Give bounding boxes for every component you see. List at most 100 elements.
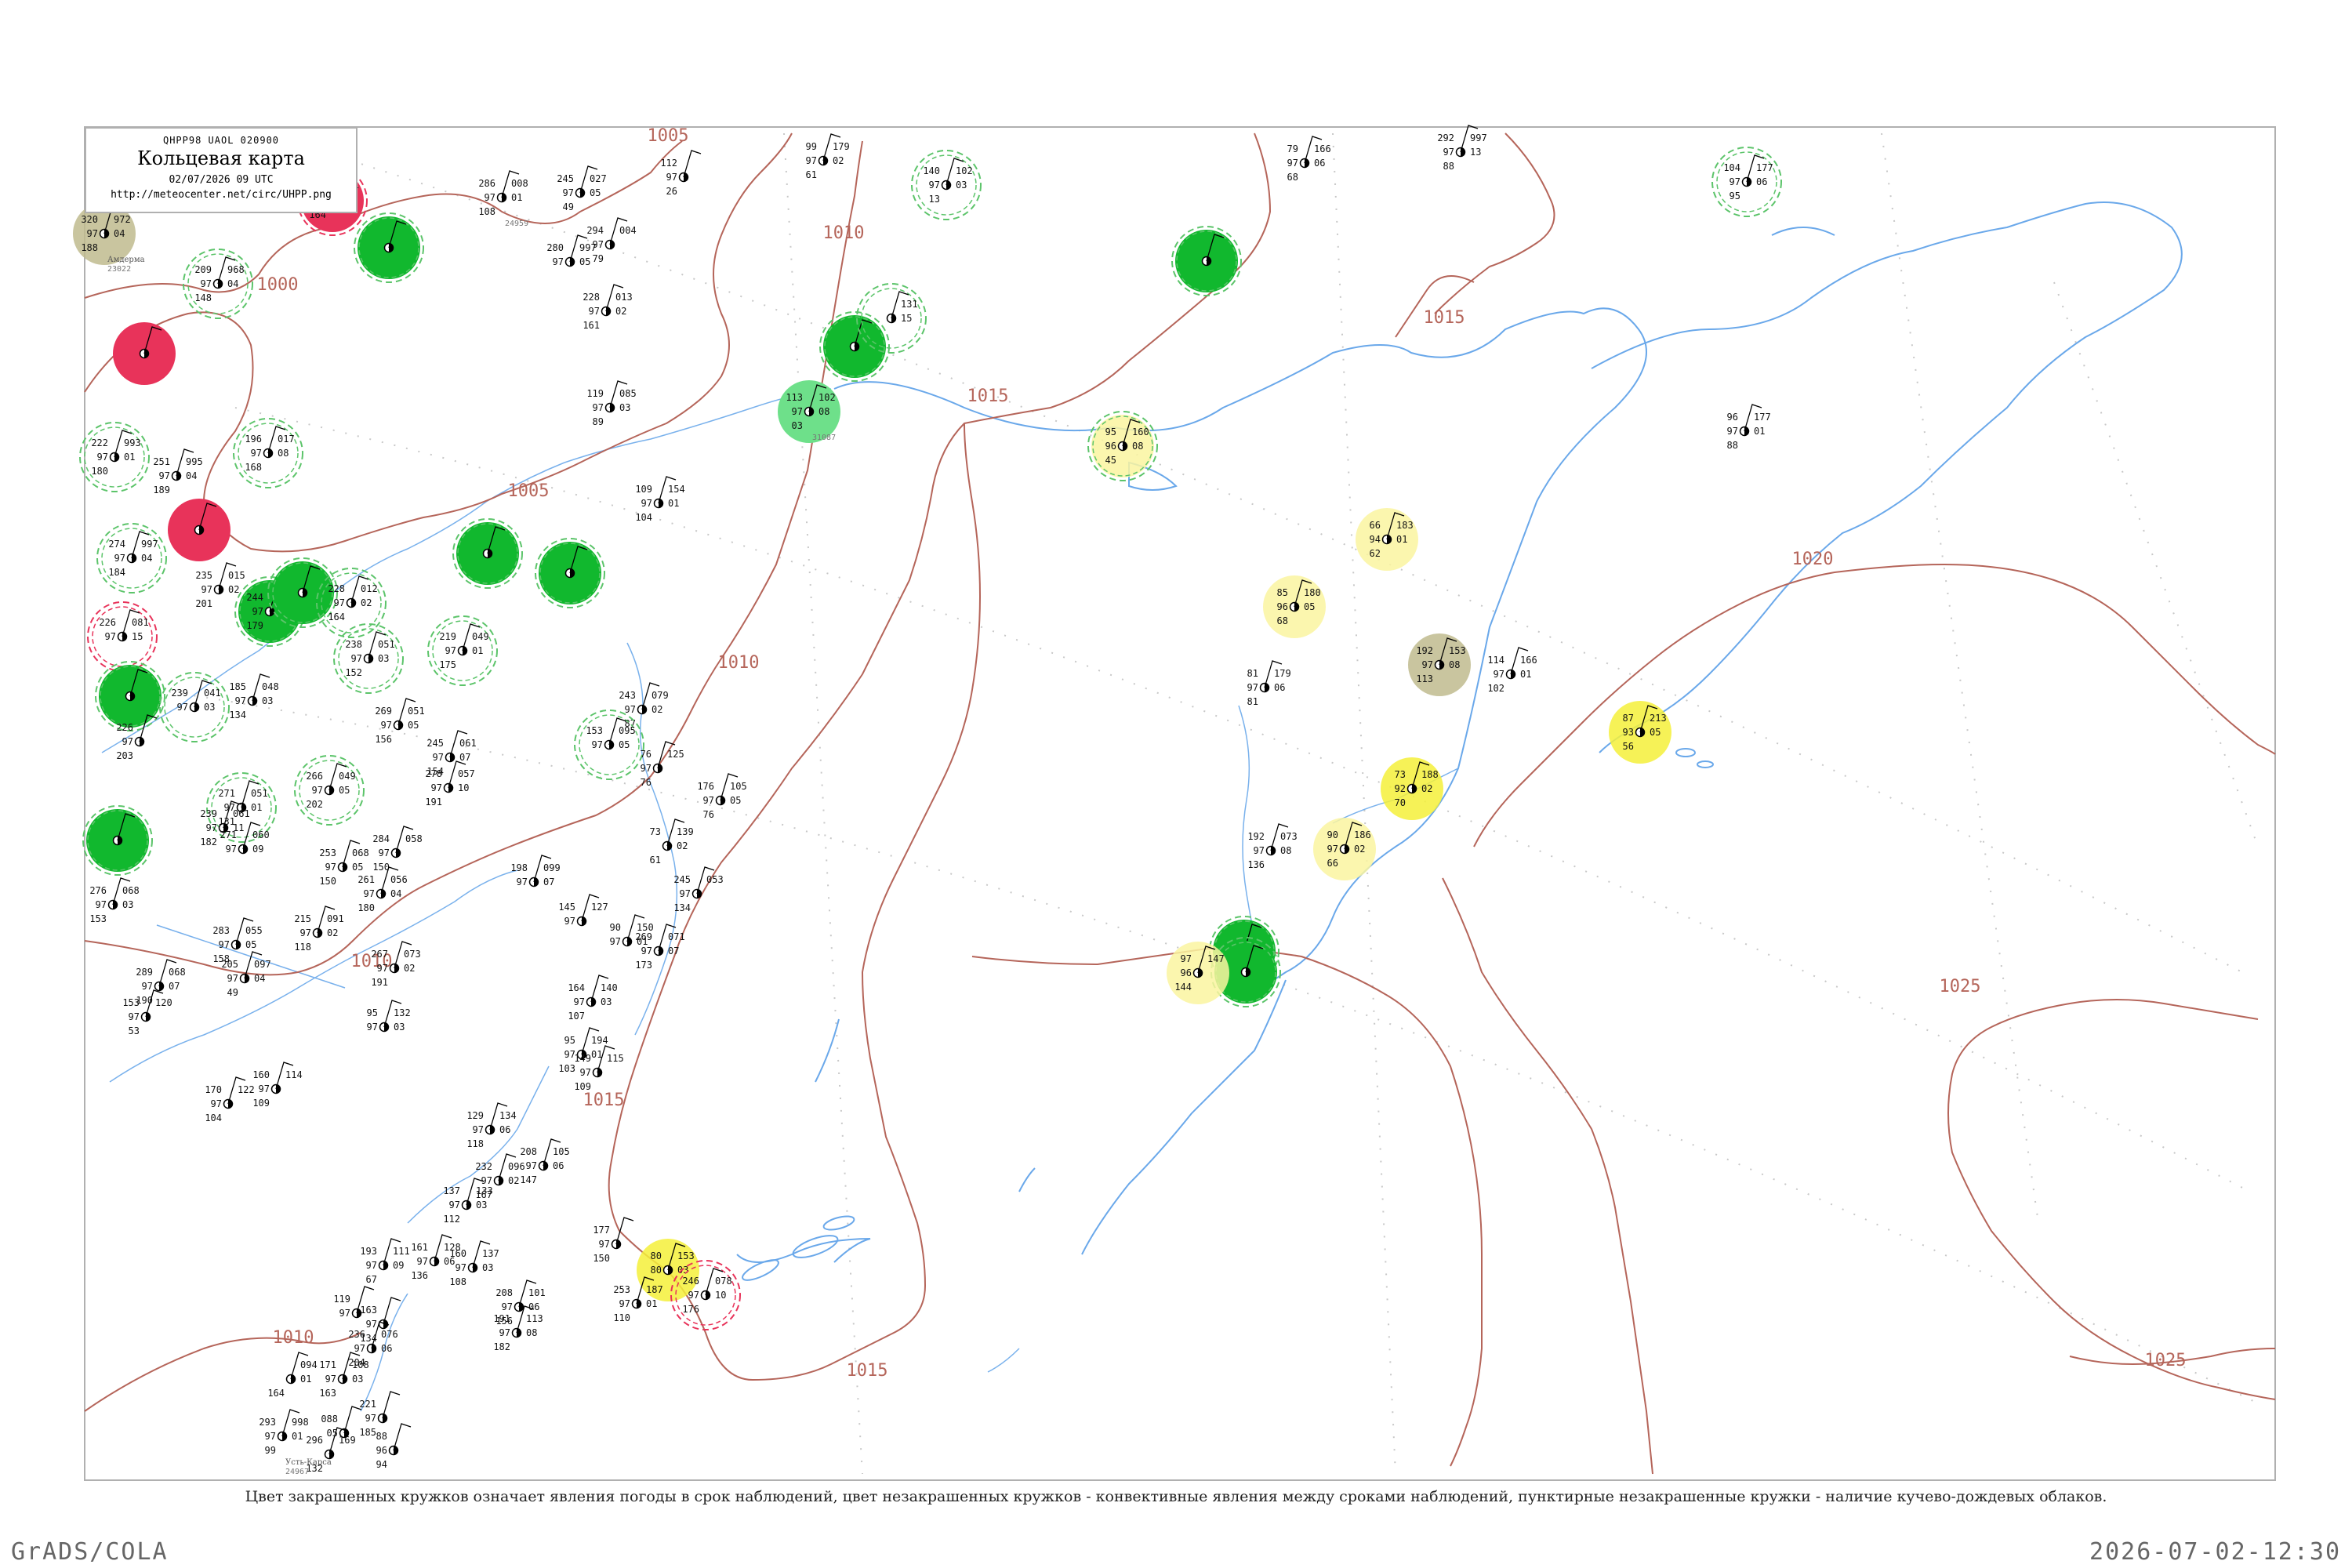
station-value-l: 92 — [1395, 783, 1406, 794]
station-value-l: 97 — [300, 927, 311, 938]
station-value-tr: 096 — [508, 1161, 525, 1172]
station-value-r: 01 — [292, 1431, 303, 1442]
station-value-tr: 085 — [619, 388, 637, 399]
station-value-l: 97 — [1422, 659, 1433, 670]
station-value-tl: 96 — [1727, 412, 1738, 423]
station-plot: 95 132 97 03 — [367, 1000, 411, 1033]
station-plot — [1171, 226, 1242, 296]
station-value-tl: 95 — [564, 1035, 575, 1046]
station-value-tl: 90 — [1327, 829, 1338, 840]
station-plot: 292 997 97 13 88 — [1437, 125, 1487, 172]
station-value-tr: 114 — [285, 1069, 303, 1080]
station-value-tl: 161 — [411, 1242, 428, 1253]
station-value-r: 06 — [553, 1160, 564, 1171]
station-value-tl: 113 — [786, 392, 803, 403]
map-url[interactable]: http://meteocenter.net/circ/UHPP.png — [86, 189, 356, 201]
station-value-tr: 099 — [543, 862, 561, 873]
station-value-tr: 102 — [818, 392, 836, 403]
station-value-tr: 061 — [459, 738, 477, 749]
station-value-bl: 118 — [466, 1138, 484, 1149]
station-value-tr: 068 — [169, 967, 186, 978]
station-value-tl: 163 — [360, 1305, 377, 1316]
station-value-bl: 184 — [108, 567, 125, 578]
station-value-tr: 131 — [901, 299, 918, 310]
station-value-l: 97 — [339, 1308, 350, 1319]
station-value-tl: 267 — [371, 949, 388, 960]
station-value-l: 97 — [142, 981, 153, 992]
coastline — [736, 201, 2183, 1263]
isobar-label: 1020 — [1792, 550, 1834, 569]
station-plot: 228 013 97 02 161 — [583, 284, 633, 331]
station-value-r: 03 — [262, 695, 273, 706]
station-plot: 104 177 97 06 95 — [1711, 147, 1782, 217]
station-value-l: 97 — [177, 702, 188, 713]
station-value-tr: 180 — [1304, 587, 1321, 598]
station-value-tl: 239 — [171, 688, 188, 699]
station-value-bl: 176 — [682, 1304, 699, 1315]
station-plot — [113, 322, 176, 385]
station-value-tl: 145 — [558, 902, 575, 913]
station-plot: 284 058 97 150 — [372, 826, 423, 873]
station-value-r: 03 — [482, 1262, 493, 1273]
station-value-tr: 055 — [245, 925, 263, 936]
station-value-tl: 164 — [568, 982, 585, 993]
station-value-tl: 104 — [1723, 162, 1740, 173]
station-value-l: 97 — [599, 1239, 610, 1250]
station-value-bl: 68 — [1287, 172, 1298, 183]
station-value-r: 02 — [361, 597, 372, 608]
station-value-tl: 95 — [1105, 426, 1116, 437]
station-value-l: 97 — [1287, 158, 1298, 169]
station-value-tr: 102 — [956, 165, 973, 176]
station-value-tl: 81 — [1247, 668, 1258, 679]
station-plot: 193 111 97 09 67 — [360, 1238, 410, 1285]
station-value-r: 05 — [352, 862, 363, 873]
station-value-tl: 293 — [259, 1417, 276, 1428]
station-plot: 97 147 96 144 — [1167, 942, 1229, 1004]
station-plot: 238 051 97 03 152 — [333, 623, 404, 694]
station-value-tl: 320 — [81, 214, 98, 225]
station-value-tl: 170 — [205, 1084, 222, 1095]
station-value-r: 02 — [1421, 783, 1432, 794]
isobar-label: 1005 — [648, 126, 689, 146]
station-value-bl: 147 — [520, 1174, 537, 1185]
station-value-l: 97 — [610, 936, 621, 947]
station-value-tr: 004 — [619, 225, 637, 236]
station-plot: 170 122 97 104 — [205, 1076, 255, 1123]
station-value-tr: 186 — [1354, 829, 1371, 840]
station-value-tr: 056 — [390, 874, 408, 885]
station-value-r: 02 — [327, 927, 338, 938]
station-value-tr: 139 — [677, 826, 694, 837]
station-value-tl: 198 — [510, 862, 528, 873]
station-plot: 222 993 97 01 180 — [79, 422, 150, 492]
station-value-tr: 177 — [1754, 412, 1771, 423]
station-value-tl: 235 — [195, 570, 212, 581]
station-value-l: 96 — [376, 1445, 387, 1456]
station-value-l: 97 — [201, 278, 212, 289]
station-value-r: 05 — [245, 939, 256, 950]
station-value-bl: 201 — [195, 598, 212, 609]
station-value-l: 97 — [105, 631, 116, 642]
station-plot: 96 177 97 01 88 — [1727, 404, 1771, 451]
station-value-l: 97 — [929, 180, 940, 191]
isobar-labels: 1000 1005 1005 1010 1010 1010 1010 1015 … — [257, 126, 2187, 1381]
station-value-tr: 134 — [499, 1110, 517, 1121]
station-value-tr: 166 — [1520, 655, 1537, 666]
station-value-bl: 189 — [153, 485, 170, 495]
station-value-bl: 104 — [205, 1112, 222, 1123]
station-value-l: 97 — [377, 963, 388, 974]
station-plot: 191 113 97 08 182 — [493, 1305, 543, 1352]
station-value-r: 06 — [1314, 158, 1325, 169]
station-value-tr: 127 — [591, 902, 608, 913]
station-value-l: 97 — [235, 695, 246, 706]
weather-map: 1000 1005 1005 1010 1010 1010 1010 1015 … — [73, 125, 2276, 1481]
station-value-tl: 208 — [520, 1146, 537, 1157]
station-value-l: 96 — [1277, 601, 1288, 612]
station-value-tl: 276 — [89, 885, 107, 896]
station-value-bl: 61 — [806, 169, 817, 180]
station-value-tl: 278 — [425, 768, 442, 779]
station-value-bl: 26 — [666, 186, 677, 197]
station-value-tl: 251 — [153, 456, 170, 467]
station-plot: 094 01 164 — [267, 1352, 318, 1399]
station-value-l: 97 — [114, 553, 125, 564]
station-value-tl: 245 — [557, 173, 574, 184]
